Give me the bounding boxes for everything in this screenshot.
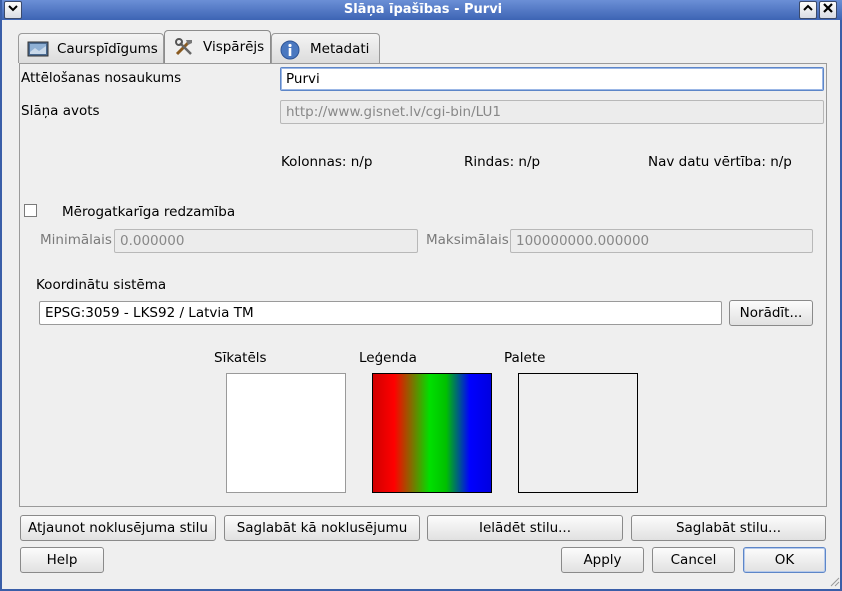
apply-button[interactable]: Apply xyxy=(561,547,644,573)
resize-grip-icon[interactable] xyxy=(828,575,840,587)
cancel-button[interactable]: Cancel xyxy=(652,547,735,573)
layer-source-label: Slāņa avots xyxy=(21,103,100,119)
restore-default-style-button[interactable]: Atjaunot noklusējuma stilu xyxy=(20,515,216,541)
min-scale-label: Minimālais xyxy=(40,232,112,248)
display-name-field[interactable]: Purvi xyxy=(280,67,824,91)
scale-visibility-label: Mērogatkarīga redzamība xyxy=(62,204,236,220)
rows-info: Rindas: n/p xyxy=(464,154,541,170)
max-scale-label: Maksimālais xyxy=(426,232,509,248)
title-bar[interactable]: Slāņa īpašības - Purvi xyxy=(2,0,842,20)
specify-crs-button[interactable]: Norādīt... xyxy=(729,300,813,326)
info-icon xyxy=(280,40,302,59)
columns-info: Kolonnas: n/p xyxy=(281,154,373,170)
chevron-up-icon xyxy=(802,3,814,17)
palette-label: Palete xyxy=(504,350,546,366)
legend-label: Leģenda xyxy=(359,350,417,366)
max-scale-field[interactable]: 100000000.000000 xyxy=(510,229,813,253)
save-as-default-button[interactable]: Saglabāt kā noklusējumu xyxy=(224,515,420,541)
layer-properties-dialog: Slāņa īpašības - Purvi Caurspīdīgums Vis… xyxy=(0,0,842,591)
display-name-label: Attēlošanas nosaukums xyxy=(21,70,182,86)
layer-source-field[interactable]: http://www.gisnet.lv/cgi-bin/LU1 xyxy=(280,100,824,124)
tools-icon xyxy=(173,38,195,56)
tab-general[interactable]: Vispārējs xyxy=(164,30,271,63)
load-style-button[interactable]: Ielādēt stilu... xyxy=(427,515,623,541)
window-menu-button[interactable] xyxy=(4,1,22,19)
window-close-button[interactable] xyxy=(819,1,837,19)
ok-button[interactable]: OK xyxy=(743,547,826,573)
nodata-info: Nav datu vērtība: n/p xyxy=(648,154,792,170)
palette-preview xyxy=(518,373,638,493)
transparency-icon xyxy=(27,40,49,58)
thumbnail-label: Sīkatēls xyxy=(214,350,267,366)
scale-visibility-checkbox[interactable] xyxy=(24,204,37,217)
window-title: Slāņa īpašības - Purvi xyxy=(343,2,503,17)
min-scale-field[interactable]: 0.000000 xyxy=(114,229,418,253)
tab-general-label: Vispārējs xyxy=(203,39,265,55)
legend-preview xyxy=(372,373,492,493)
help-button[interactable]: Help xyxy=(20,547,104,573)
tab-metadata[interactable]: Metadati xyxy=(271,33,380,63)
save-style-button[interactable]: Saglabāt stilu... xyxy=(631,515,826,541)
tab-metadata-label: Metadati xyxy=(310,40,370,57)
chevron-down-icon xyxy=(7,3,19,17)
crs-field[interactable]: EPSG:3059 - LKS92 / Latvia TM xyxy=(39,301,722,325)
window-shade-button[interactable] xyxy=(799,1,817,19)
crs-label: Koordinātu sistēma xyxy=(36,277,167,293)
tab-transparency[interactable]: Caurspīdīgums xyxy=(18,33,164,63)
close-icon xyxy=(822,3,834,17)
thumbnail-preview xyxy=(226,373,346,493)
tab-transparency-label: Caurspīdīgums xyxy=(57,40,158,57)
